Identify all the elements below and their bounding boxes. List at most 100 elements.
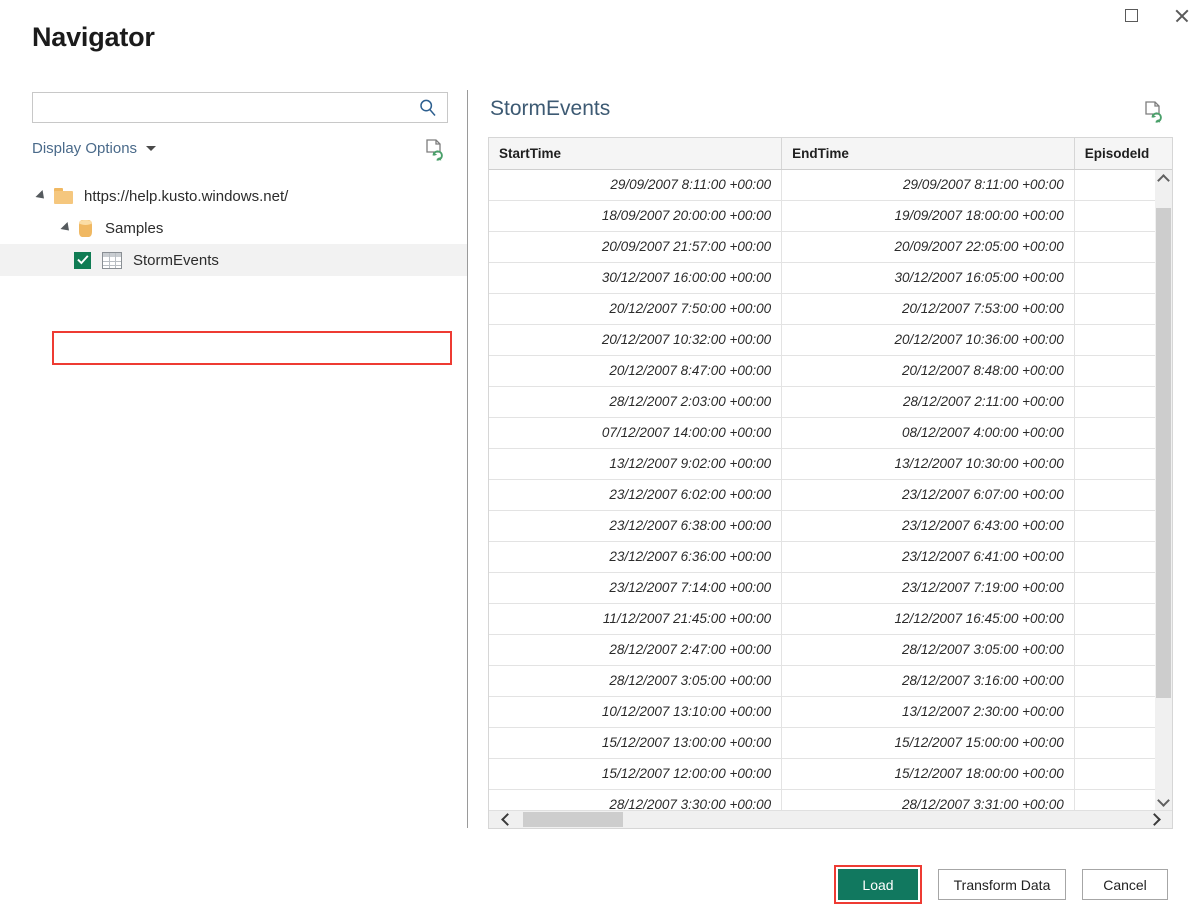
table-row[interactable]: 29/09/2007 8:11:00 +00:00 29/09/2007 8:11… — [489, 169, 1172, 201]
close-button[interactable] — [1158, 0, 1200, 30]
page-title: Navigator — [32, 22, 155, 52]
column-header-endtime[interactable]: EndTime — [781, 138, 1075, 170]
table-row[interactable]: 11/12/2007 21:45:00 +00:00 12/12/2007 16:… — [489, 603, 1172, 635]
maximize-button[interactable] — [1108, 0, 1154, 30]
cell-endtime: 23/12/2007 6:41:00 +00:00 — [781, 541, 1075, 573]
close-icon — [1174, 8, 1189, 23]
tree-item-endpoint[interactable]: https://help.kusto.windows.net/ — [0, 180, 467, 212]
cell-endtime: 30/12/2007 16:05:00 +00:00 — [781, 262, 1075, 294]
display-options-dropdown[interactable]: Display Options — [32, 140, 157, 157]
scroll-down-button[interactable] — [1155, 793, 1172, 810]
cell-endtime: 13/12/2007 2:30:00 +00:00 — [781, 696, 1075, 728]
horizontal-scrollbar[interactable] — [489, 810, 1172, 828]
table-row[interactable]: 13/12/2007 9:02:00 +00:00 13/12/2007 10:3… — [489, 448, 1172, 480]
chevron-up-icon — [1157, 173, 1170, 187]
vertical-scrollbar[interactable] — [1155, 170, 1172, 810]
dialog-footer: Load Transform Data Cancel — [0, 860, 1200, 909]
cell-starttime: 23/12/2007 6:38:00 +00:00 — [489, 510, 783, 542]
maximize-icon — [1124, 8, 1138, 22]
cell-starttime: 29/09/2007 8:11:00 +00:00 — [489, 169, 783, 201]
table-row[interactable]: 23/12/2007 6:36:00 +00:00 23/12/2007 6:41… — [489, 541, 1172, 573]
table-row[interactable]: 28/12/2007 2:47:00 +00:00 28/12/2007 3:05… — [489, 634, 1172, 666]
transform-data-button[interactable]: Transform Data — [938, 869, 1066, 900]
cell-starttime: 15/12/2007 12:00:00 +00:00 — [489, 758, 783, 790]
table-header-row: StartTime EndTime EpisodeId EventId — [489, 138, 1172, 170]
cell-starttime: 18/09/2007 20:00:00 +00:00 — [489, 200, 783, 232]
cell-starttime: 20/12/2007 8:47:00 +00:00 — [489, 355, 783, 387]
horizontal-scrollbar-thumb[interactable] — [523, 812, 623, 827]
object-tree: https://help.kusto.windows.net/ Samples … — [0, 180, 467, 276]
cell-starttime: 23/12/2007 6:36:00 +00:00 — [489, 541, 783, 573]
cell-starttime: 13/12/2007 9:02:00 +00:00 — [489, 448, 783, 480]
tree-item-database[interactable]: Samples — [0, 212, 467, 244]
preview-panel: StormEvents StartTime EndTime EpisodeId … — [488, 90, 1178, 830]
table-row[interactable]: 23/12/2007 6:02:00 +00:00 23/12/2007 6:07… — [489, 479, 1172, 511]
table-row[interactable]: 18/09/2007 20:00:00 +00:00 19/09/2007 18:… — [489, 200, 1172, 232]
cell-endtime: 13/12/2007 10:30:00 +00:00 — [781, 448, 1075, 480]
cell-endtime: 15/12/2007 18:00:00 +00:00 — [781, 758, 1075, 790]
expand-triangle-icon[interactable] — [60, 221, 73, 235]
cell-endtime: 23/12/2007 6:07:00 +00:00 — [781, 479, 1075, 511]
tree-item-stormevents[interactable]: StormEvents — [0, 244, 467, 276]
cell-endtime: 28/12/2007 3:05:00 +00:00 — [781, 634, 1075, 666]
table-row[interactable]: 10/12/2007 13:10:00 +00:00 13/12/2007 2:3… — [489, 696, 1172, 728]
column-header-starttime[interactable]: StartTime — [489, 138, 783, 170]
table-row[interactable]: 07/12/2007 14:00:00 +00:00 08/12/2007 4:0… — [489, 417, 1172, 449]
table-row[interactable]: 20/12/2007 10:32:00 +00:00 20/12/2007 10:… — [489, 324, 1172, 356]
search-icon — [418, 98, 438, 118]
cell-starttime: 28/12/2007 2:47:00 +00:00 — [489, 634, 783, 666]
table-row[interactable]: 20/12/2007 7:50:00 +00:00 20/12/2007 7:53… — [489, 293, 1172, 325]
cell-starttime: 20/09/2007 21:57:00 +00:00 — [489, 231, 783, 263]
database-icon — [79, 219, 92, 237]
cell-endtime: 20/12/2007 8:48:00 +00:00 — [781, 355, 1075, 387]
cell-starttime: 23/12/2007 6:02:00 +00:00 — [489, 479, 783, 511]
chevron-down-icon — [146, 146, 157, 151]
search-input[interactable] — [41, 93, 411, 122]
chevron-left-icon — [500, 813, 514, 826]
cell-starttime: 23/12/2007 7:14:00 +00:00 — [489, 572, 783, 604]
search-box[interactable] — [32, 92, 448, 123]
load-button[interactable]: Load — [838, 869, 918, 900]
preview-refresh-document-icon[interactable] — [1143, 100, 1165, 124]
tree-item-label: Samples — [105, 219, 164, 237]
preview-table: StartTime EndTime EpisodeId EventId 29/0… — [489, 138, 1172, 828]
preview-title: StormEvents — [490, 97, 611, 120]
chevron-right-icon — [1147, 813, 1161, 826]
table-row[interactable]: 28/12/2007 3:05:00 +00:00 28/12/2007 3:16… — [489, 665, 1172, 697]
cell-endtime: 15/12/2007 15:00:00 +00:00 — [781, 727, 1075, 759]
scroll-right-button[interactable] — [1146, 811, 1166, 828]
cell-starttime: 20/12/2007 10:32:00 +00:00 — [489, 324, 783, 356]
vertical-scrollbar-thumb[interactable] — [1156, 208, 1171, 698]
scroll-left-button[interactable] — [495, 811, 515, 828]
table-row[interactable]: 20/09/2007 21:57:00 +00:00 20/09/2007 22:… — [489, 231, 1172, 263]
navigation-panel: Display Options https://help.kusto.windo… — [0, 88, 467, 828]
cell-endtime: 29/09/2007 8:11:00 +00:00 — [781, 169, 1075, 201]
table-row[interactable]: 28/12/2007 2:03:00 +00:00 28/12/2007 2:11… — [489, 386, 1172, 418]
cell-starttime: 11/12/2007 21:45:00 +00:00 — [489, 603, 783, 635]
title-bar — [0, 0, 1200, 30]
cell-endtime: 23/12/2007 6:43:00 +00:00 — [781, 510, 1075, 542]
cell-endtime: 12/12/2007 16:45:00 +00:00 — [781, 603, 1075, 635]
tree-item-label: https://help.kusto.windows.net/ — [84, 187, 289, 205]
chevron-down-icon — [1157, 793, 1170, 807]
cell-starttime: 20/12/2007 7:50:00 +00:00 — [489, 293, 783, 325]
table-row[interactable]: 15/12/2007 13:00:00 +00:00 15/12/2007 15:… — [489, 727, 1172, 759]
cancel-button[interactable]: Cancel — [1082, 869, 1168, 900]
cell-starttime: 28/12/2007 2:03:00 +00:00 — [489, 386, 783, 418]
cell-endtime: 20/12/2007 10:36:00 +00:00 — [781, 324, 1075, 356]
table-row[interactable]: 23/12/2007 7:14:00 +00:00 23/12/2007 7:19… — [489, 572, 1172, 604]
expand-triangle-icon[interactable] — [35, 189, 48, 203]
refresh-document-icon[interactable] — [424, 138, 446, 162]
column-header-episodeid[interactable]: EpisodeId — [1074, 138, 1172, 170]
table-row[interactable]: 20/12/2007 8:47:00 +00:00 20/12/2007 8:48… — [489, 355, 1172, 387]
selection-highlight-box — [52, 331, 452, 365]
cell-starttime: 07/12/2007 14:00:00 +00:00 — [489, 417, 783, 449]
table-row[interactable]: 23/12/2007 6:38:00 +00:00 23/12/2007 6:43… — [489, 510, 1172, 542]
panel-divider — [467, 90, 468, 828]
table-row[interactable]: 30/12/2007 16:00:00 +00:00 30/12/2007 16:… — [489, 262, 1172, 294]
cell-endtime: 28/12/2007 2:11:00 +00:00 — [781, 386, 1075, 418]
cell-starttime: 30/12/2007 16:00:00 +00:00 — [489, 262, 783, 294]
table-row[interactable]: 15/12/2007 12:00:00 +00:00 15/12/2007 18:… — [489, 758, 1172, 790]
stormevents-checkbox[interactable] — [74, 251, 91, 269]
scroll-up-button[interactable] — [1155, 170, 1172, 187]
